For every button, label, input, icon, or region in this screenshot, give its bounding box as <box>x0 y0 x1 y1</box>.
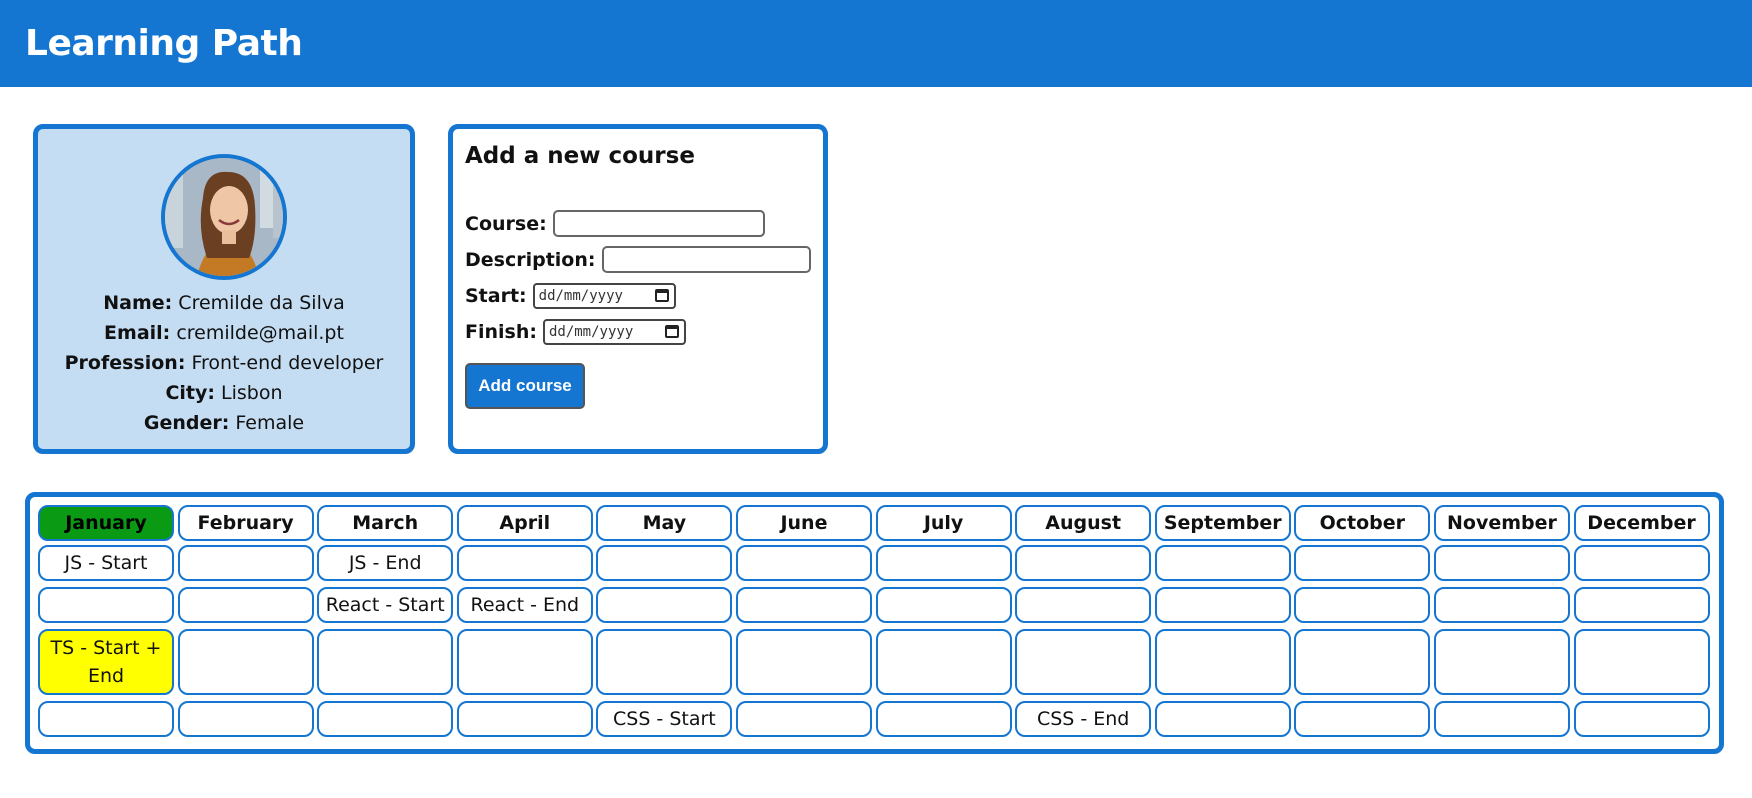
month-header-april[interactable]: April <box>456 505 593 541</box>
empty-cell[interactable] <box>1433 701 1570 737</box>
empty-cell[interactable] <box>1433 587 1570 623</box>
empty-cell[interactable] <box>456 629 593 695</box>
profile-gender: Gender: Female <box>143 412 305 434</box>
empty-cell[interactable] <box>1433 629 1570 695</box>
empty-cell[interactable] <box>1015 587 1152 623</box>
app-header: Learning Path <box>0 0 1752 87</box>
description-input[interactable] <box>601 246 811 273</box>
description-row: Description: <box>465 243 811 276</box>
profile-card: Name: Cremilde da Silva Email: cremilde@… <box>33 124 415 454</box>
empty-cell[interactable] <box>177 629 314 695</box>
add-course-button[interactable]: Add course <box>465 363 585 409</box>
course-cell[interactable]: TS - Start + End <box>38 629 174 695</box>
month-header-may[interactable]: May <box>596 505 733 541</box>
empty-cell[interactable] <box>177 587 314 623</box>
empty-cell[interactable] <box>1015 629 1152 695</box>
learning-calendar: January February March April May June July Augu… <box>25 492 1724 754</box>
empty-cell[interactable] <box>735 587 872 623</box>
month-header-march[interactable]: March <box>317 505 454 541</box>
empty-cell[interactable] <box>735 545 872 581</box>
month-header-august[interactable]: August <box>1015 505 1152 541</box>
empty-cell[interactable] <box>1294 629 1431 695</box>
calendar-icon[interactable] <box>664 325 679 338</box>
empty-cell[interactable] <box>596 629 733 695</box>
course-label: Course: <box>465 212 547 235</box>
month-header-june[interactable]: June <box>735 505 872 541</box>
start-row: Start: dd/mm/yyyy <box>465 279 811 312</box>
empty-cell[interactable] <box>38 701 174 737</box>
empty-cell[interactable] <box>1015 545 1152 581</box>
course-cell[interactable]: CSS - End <box>1015 701 1152 737</box>
empty-cell[interactable] <box>1294 545 1431 581</box>
empty-cell[interactable] <box>735 629 872 695</box>
empty-cell[interactable] <box>875 629 1012 695</box>
empty-cell[interactable] <box>1294 701 1431 737</box>
empty-cell[interactable] <box>596 587 733 623</box>
month-header-september[interactable]: September <box>1154 505 1291 541</box>
empty-cell[interactable] <box>177 701 314 737</box>
empty-cell[interactable] <box>456 701 593 737</box>
empty-cell[interactable] <box>1154 701 1291 737</box>
empty-cell[interactable] <box>317 701 454 737</box>
empty-cell[interactable] <box>1573 629 1710 695</box>
course-cell[interactable]: CSS - Start <box>596 701 733 737</box>
empty-cell[interactable] <box>875 701 1012 737</box>
start-label: Start: <box>465 284 527 307</box>
app-title: Learning Path <box>25 23 303 64</box>
month-header-january[interactable]: January <box>38 505 174 541</box>
course-row: Course: <box>465 207 811 240</box>
top-section: Name: Cremilde da Silva Email: cremilde@… <box>0 87 1752 457</box>
start-date-input[interactable]: dd/mm/yyyy <box>532 282 676 309</box>
empty-cell[interactable] <box>875 545 1012 581</box>
profile-profession: Profession: Front-end developer <box>64 352 384 374</box>
calendar-grid: January February March April May June July Augu… <box>38 505 1713 743</box>
profile-email: Email: cremilde@mail.pt <box>104 322 344 344</box>
empty-cell[interactable] <box>875 587 1012 623</box>
form-title: Add a new course <box>465 143 695 169</box>
empty-cell[interactable] <box>1573 545 1710 581</box>
finish-date-input[interactable]: dd/mm/yyyy <box>542 318 686 345</box>
empty-cell[interactable] <box>735 701 872 737</box>
description-label: Description: <box>465 248 596 271</box>
course-cell[interactable]: React - End <box>456 587 593 623</box>
profile-city: City: Lisbon <box>165 382 283 404</box>
empty-cell[interactable] <box>1573 587 1710 623</box>
month-header-february[interactable]: February <box>177 505 314 541</box>
empty-cell[interactable] <box>1433 545 1570 581</box>
month-header-december[interactable]: December <box>1573 505 1710 541</box>
empty-cell[interactable] <box>38 587 174 623</box>
empty-cell[interactable] <box>1154 587 1291 623</box>
month-header-november[interactable]: November <box>1433 505 1570 541</box>
empty-cell[interactable] <box>1154 629 1291 695</box>
empty-cell[interactable] <box>1573 701 1710 737</box>
course-input[interactable] <box>552 210 765 237</box>
empty-cell[interactable] <box>1294 587 1431 623</box>
profile-name: Name: Cremilde da Silva <box>103 292 345 314</box>
empty-cell[interactable] <box>596 545 733 581</box>
course-cell[interactable]: JS - End <box>317 545 454 581</box>
course-cell[interactable]: JS - Start <box>38 545 174 581</box>
empty-cell[interactable] <box>456 545 593 581</box>
empty-cell[interactable] <box>1154 545 1291 581</box>
month-header-october[interactable]: October <box>1294 505 1431 541</box>
calendar-icon[interactable] <box>654 289 669 302</box>
empty-cell[interactable] <box>317 629 454 695</box>
empty-cell[interactable] <box>177 545 314 581</box>
avatar-photo-icon <box>165 158 283 276</box>
course-cell[interactable]: React - Start <box>317 587 454 623</box>
finish-row: Finish: dd/mm/yyyy <box>465 315 811 348</box>
month-header-july[interactable]: July <box>875 505 1012 541</box>
add-course-form: Add a new course Course: Description: St… <box>448 124 828 454</box>
avatar <box>161 154 287 280</box>
finish-label: Finish: <box>465 320 537 343</box>
